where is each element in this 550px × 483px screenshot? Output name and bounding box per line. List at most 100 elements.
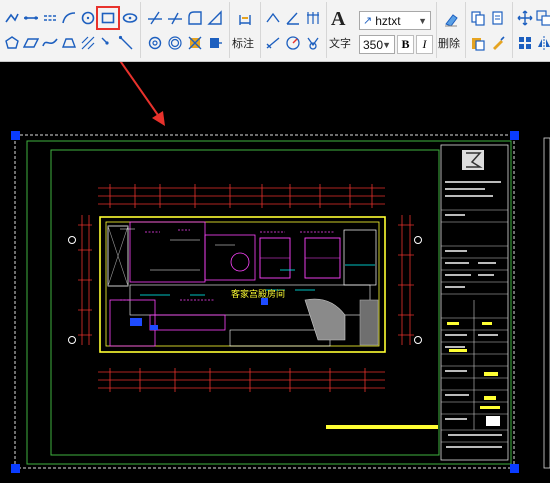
ray-icon — [118, 35, 133, 50]
dimension-ticks — [78, 184, 414, 392]
circle-icon — [81, 11, 95, 25]
copy-object-button[interactable] — [534, 8, 550, 28]
drawing-canvas[interactable]: 客家宫殿房间 — [0, 62, 550, 483]
rectangle-icon — [101, 12, 115, 24]
annotate-group: 标注 — [230, 2, 261, 58]
clipboard-group — [466, 2, 513, 58]
move-button[interactable] — [515, 8, 535, 28]
line-tool-button[interactable] — [21, 8, 41, 28]
polyline-icon — [5, 13, 19, 23]
spline-tool-button[interactable] — [40, 33, 60, 53]
chevron-down-icon: ▼ — [418, 16, 427, 26]
grip-bottom-left[interactable] — [11, 464, 20, 473]
text-tools-group: A 文字 ↗ hztxt ▼ 350 ▼ B I — [327, 2, 437, 58]
aligned-dim-button[interactable] — [263, 33, 283, 53]
view-tools-group — [513, 2, 550, 58]
hatch-tool-button[interactable] — [78, 33, 98, 53]
multiline-tool-button[interactable] — [40, 8, 60, 28]
radius-dim-icon — [286, 36, 300, 50]
delete-button[interactable] — [441, 10, 461, 30]
circle-tool-button[interactable] — [78, 8, 98, 28]
polyline-tool-button[interactable] — [2, 8, 22, 28]
text-tool-button[interactable]: A — [331, 8, 345, 31]
adjacent-sheet-edge — [543, 137, 550, 469]
move-icon — [517, 10, 533, 26]
trim-icon — [148, 11, 162, 25]
multiline-icon — [44, 15, 56, 21]
chamfer-tool-button[interactable] — [205, 8, 225, 28]
point-icon — [101, 37, 109, 45]
radius-dim-button[interactable] — [283, 33, 303, 53]
fillet-tool-button[interactable] — [185, 8, 205, 28]
rectangle-tool-button[interactable] — [96, 6, 120, 30]
mirror-icon — [538, 36, 550, 50]
polygon-tool-button[interactable] — [2, 33, 22, 53]
brush-icon — [493, 36, 505, 50]
annotate-label: 标注 — [232, 38, 254, 50]
extend-tool-button[interactable] — [165, 8, 185, 28]
explode-icon — [188, 36, 202, 50]
copy-button[interactable] — [468, 8, 488, 28]
mirror-button[interactable] — [534, 33, 550, 53]
cut-icon — [492, 11, 503, 25]
font-style-icon: ↗ — [363, 15, 373, 27]
array-button[interactable] — [515, 33, 535, 53]
line-icon — [24, 16, 38, 20]
parallelogram-tool-button[interactable] — [21, 33, 41, 53]
explode-tool-button[interactable] — [185, 33, 205, 53]
drawing-toolbar: 标注 A 文字 ↗ hztxt ▼ 350 ▼ B I 删除 — [0, 0, 550, 62]
stretch-icon — [210, 38, 222, 48]
angle-dim-icon — [286, 12, 299, 25]
linear-dim-icon — [266, 12, 280, 23]
fillet-icon — [188, 11, 202, 25]
point-tool-button[interactable] — [97, 33, 117, 53]
text-label: 文字 — [329, 38, 351, 50]
grip-top-left[interactable] — [11, 131, 20, 140]
ellipse-tool-button[interactable] — [120, 8, 140, 28]
offset-tool-button[interactable] — [165, 33, 185, 53]
rotate-tool-button[interactable] — [145, 33, 165, 53]
ellipse-icon — [122, 13, 138, 23]
ray-tool-button[interactable] — [116, 33, 136, 53]
baseline-dim-button[interactable] — [303, 8, 323, 28]
stretch-tool-button[interactable] — [205, 33, 225, 53]
paste-button[interactable] — [468, 33, 488, 53]
annotate-button[interactable] — [235, 10, 255, 30]
duplicate-icon — [536, 10, 550, 26]
title-block — [440, 144, 509, 461]
grip-bottom-right[interactable] — [510, 464, 519, 473]
extend-icon — [168, 12, 182, 25]
annotation-arrow — [119, 62, 165, 126]
font-name-select[interactable]: ↗ hztxt ▼ — [359, 11, 431, 30]
match-properties-button[interactable] — [488, 33, 508, 53]
aligned-dim-icon — [266, 37, 280, 49]
cut-button[interactable] — [488, 8, 508, 28]
font-size-value: 350 — [363, 37, 384, 52]
room-label: 客家宫殿房间 — [231, 288, 285, 300]
rotate-icon — [148, 36, 162, 50]
draw-tools-group — [0, 2, 141, 58]
copy-icon — [471, 11, 485, 26]
trim-tool-button[interactable] — [145, 8, 165, 28]
polygon-icon — [5, 36, 19, 49]
trapezoid-tool-button[interactable] — [59, 33, 79, 53]
dimension-icon — [239, 15, 251, 25]
arc-tool-button[interactable] — [59, 8, 79, 28]
grip-top-right[interactable] — [510, 131, 519, 140]
chamfer-icon — [207, 10, 222, 25]
angle-dim-button[interactable] — [283, 8, 303, 28]
linear-dim-button[interactable] — [263, 8, 283, 28]
chevron-down-icon: ▼ — [382, 40, 391, 50]
font-name-value: hztxt — [375, 13, 401, 28]
floor-plan — [99, 216, 386, 353]
drawing-viewport: 客家宫殿房间 — [14, 62, 550, 469]
italic-button[interactable]: I — [416, 35, 433, 54]
delete-group: 删除 — [437, 2, 466, 58]
array-icon — [519, 37, 531, 49]
spline-icon — [42, 38, 58, 47]
arc-icon — [62, 12, 76, 24]
diameter-dim-button[interactable] — [303, 33, 323, 53]
bold-button[interactable]: B — [397, 35, 414, 54]
font-size-select[interactable]: 350 ▼ — [359, 35, 395, 54]
baseline-dim-icon — [307, 12, 319, 24]
